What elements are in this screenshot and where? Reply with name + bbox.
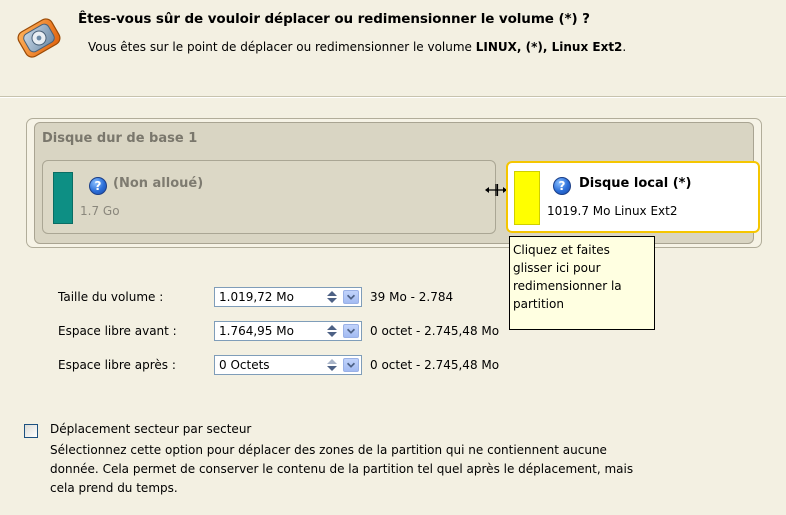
- partition-color-swatch: [53, 172, 73, 224]
- header-separator: [0, 96, 786, 98]
- partition-size: 1.7 Go: [80, 204, 120, 218]
- option-description: Sélectionnez cette option pour déplacer …: [50, 441, 780, 498]
- sector-by-sector-checkbox[interactable]: [24, 424, 38, 438]
- free-space-before-range: 0 octet - 2.745,48 Mo: [370, 324, 500, 338]
- partition-details: 1019.7 Mo Linux Ext2: [547, 204, 678, 218]
- partition-linux-selected[interactable]: [506, 161, 760, 233]
- chevron-down-icon: [346, 294, 356, 300]
- partition-color-swatch: [514, 171, 540, 225]
- free-space-after-label: Espace libre après :: [58, 358, 176, 372]
- tooltip-line: glisser ici pour: [513, 261, 601, 275]
- dialog-subtitle: Vous êtes sur le point de déplacer ou re…: [88, 40, 626, 54]
- free-space-before-value: 1.764,95 Mo: [219, 324, 294, 338]
- dropdown-button[interactable]: [343, 324, 359, 338]
- wizard-header: Êtes-vous sûr de vouloir déplacer ou red…: [0, 0, 786, 98]
- description-line: cela prend du temps.: [50, 481, 178, 495]
- spin-updown-icon[interactable]: [325, 324, 339, 338]
- spin-updown-icon[interactable]: [325, 358, 339, 372]
- subtitle-suffix: .: [622, 40, 627, 54]
- tooltip-line: Cliquez et faites: [513, 243, 610, 257]
- dropdown-button[interactable]: [343, 290, 359, 304]
- tooltip-line: partition: [513, 297, 564, 311]
- partition-name: Disque local (*): [579, 176, 692, 191]
- description-line: Sélectionnez cette option pour déplacer …: [50, 443, 607, 457]
- partition-unallocated[interactable]: [42, 160, 496, 234]
- partition-name: (Non alloué): [113, 176, 204, 191]
- free-space-after-value: 0 Octets: [219, 358, 270, 372]
- volume-size-label: Taille du volume :: [58, 290, 164, 304]
- chevron-down-icon: [346, 362, 356, 368]
- resize-cursor-icon[interactable]: [484, 183, 508, 197]
- tooltip-line: redimensionner la: [513, 279, 622, 293]
- free-space-before-input[interactable]: 1.764,95 Mo: [214, 321, 362, 341]
- free-space-after-range: 0 octet - 2.745,48 Mo: [370, 358, 500, 372]
- free-space-after-input[interactable]: 0 Octets: [214, 355, 362, 375]
- dialog-title: Êtes-vous sûr de vouloir déplacer ou red…: [78, 11, 590, 27]
- volume-size-value: 1.019,72 Mo: [219, 290, 294, 304]
- subtitle-volume: LINUX, (*), Linux Ext2: [475, 40, 623, 54]
- subtitle-prefix: Vous êtes sur le point de déplacer ou re…: [88, 40, 476, 54]
- spin-updown-icon[interactable]: [325, 290, 339, 304]
- volume-size-range: 39 Mo - 2.784: [370, 290, 454, 304]
- chevron-down-icon: [346, 328, 356, 334]
- help-icon[interactable]: ?: [553, 177, 571, 195]
- free-space-before-label: Espace libre avant :: [58, 324, 177, 338]
- sector-by-sector-label[interactable]: Déplacement secteur par secteur: [50, 422, 251, 436]
- disk-title: Disque dur de base 1: [42, 131, 198, 146]
- description-line: donnée. Cela permet de conserver le cont…: [50, 462, 634, 476]
- resize-tooltip: Cliquez et faites glisser ici pour redim…: [509, 236, 655, 330]
- dropdown-button[interactable]: [343, 358, 359, 372]
- volume-size-input[interactable]: 1.019,72 Mo: [214, 287, 362, 307]
- partition-resize-icon: [17, 18, 61, 58]
- help-icon[interactable]: ?: [89, 177, 107, 195]
